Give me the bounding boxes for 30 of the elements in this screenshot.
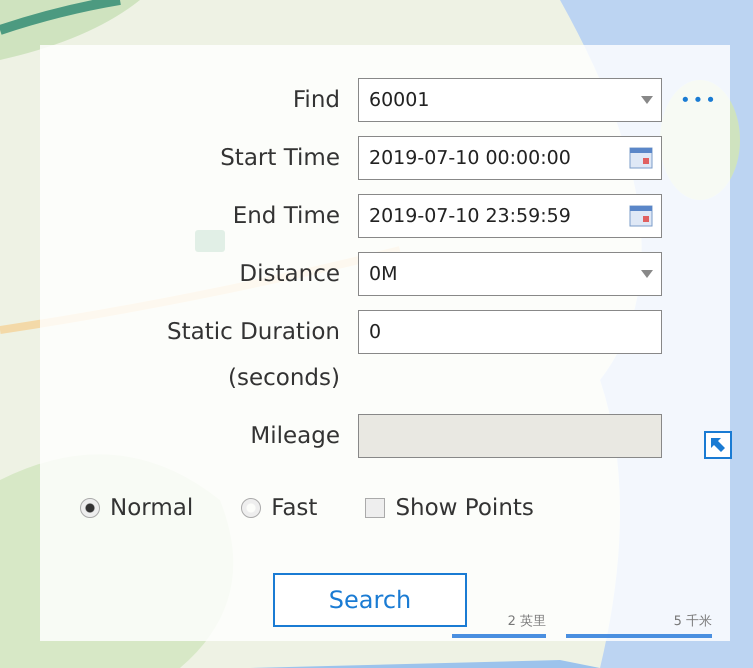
calendar-icon[interactable] bbox=[629, 147, 653, 169]
caret-icon bbox=[641, 96, 653, 104]
option-label: Normal bbox=[110, 495, 194, 521]
scale-label: 2 英里 bbox=[508, 613, 546, 630]
radio-option[interactable]: Fast bbox=[241, 495, 318, 521]
radio-button[interactable] bbox=[241, 498, 262, 518]
input-field[interactable] bbox=[358, 414, 662, 458]
dropdown-field[interactable]: 0M bbox=[358, 252, 662, 296]
scale-label: 5 千米 bbox=[674, 613, 712, 630]
search-button[interactable]: Search bbox=[273, 573, 467, 627]
checkbox[interactable] bbox=[365, 498, 386, 518]
field-label: Start Time bbox=[220, 144, 340, 173]
radio-button[interactable] bbox=[80, 498, 100, 518]
date-field[interactable]: 2019-07-10 23:59:59 bbox=[358, 194, 662, 238]
field-label: Find bbox=[292, 86, 340, 115]
collapse-icon[interactable] bbox=[704, 431, 732, 459]
field-label: End Time bbox=[232, 202, 340, 231]
field-label: Distance bbox=[239, 260, 340, 289]
calendar-icon[interactable] bbox=[629, 205, 653, 227]
field-label: Static Duration (seconds) bbox=[166, 318, 340, 393]
more-button[interactable]: ••• bbox=[680, 90, 740, 110]
caret-icon bbox=[641, 270, 653, 278]
checkbox-option[interactable]: Show Points bbox=[365, 495, 534, 521]
date-field[interactable]: 2019-07-10 00:00:00 bbox=[358, 136, 662, 180]
radio-option[interactable]: Normal bbox=[80, 495, 194, 521]
option-label: Show Points bbox=[395, 495, 534, 521]
input-field[interactable]: 0 bbox=[358, 310, 662, 354]
field-label: Mileage bbox=[250, 422, 340, 451]
dropdown-field[interactable]: 60001 bbox=[358, 78, 662, 122]
option-label: Fast bbox=[271, 495, 318, 521]
